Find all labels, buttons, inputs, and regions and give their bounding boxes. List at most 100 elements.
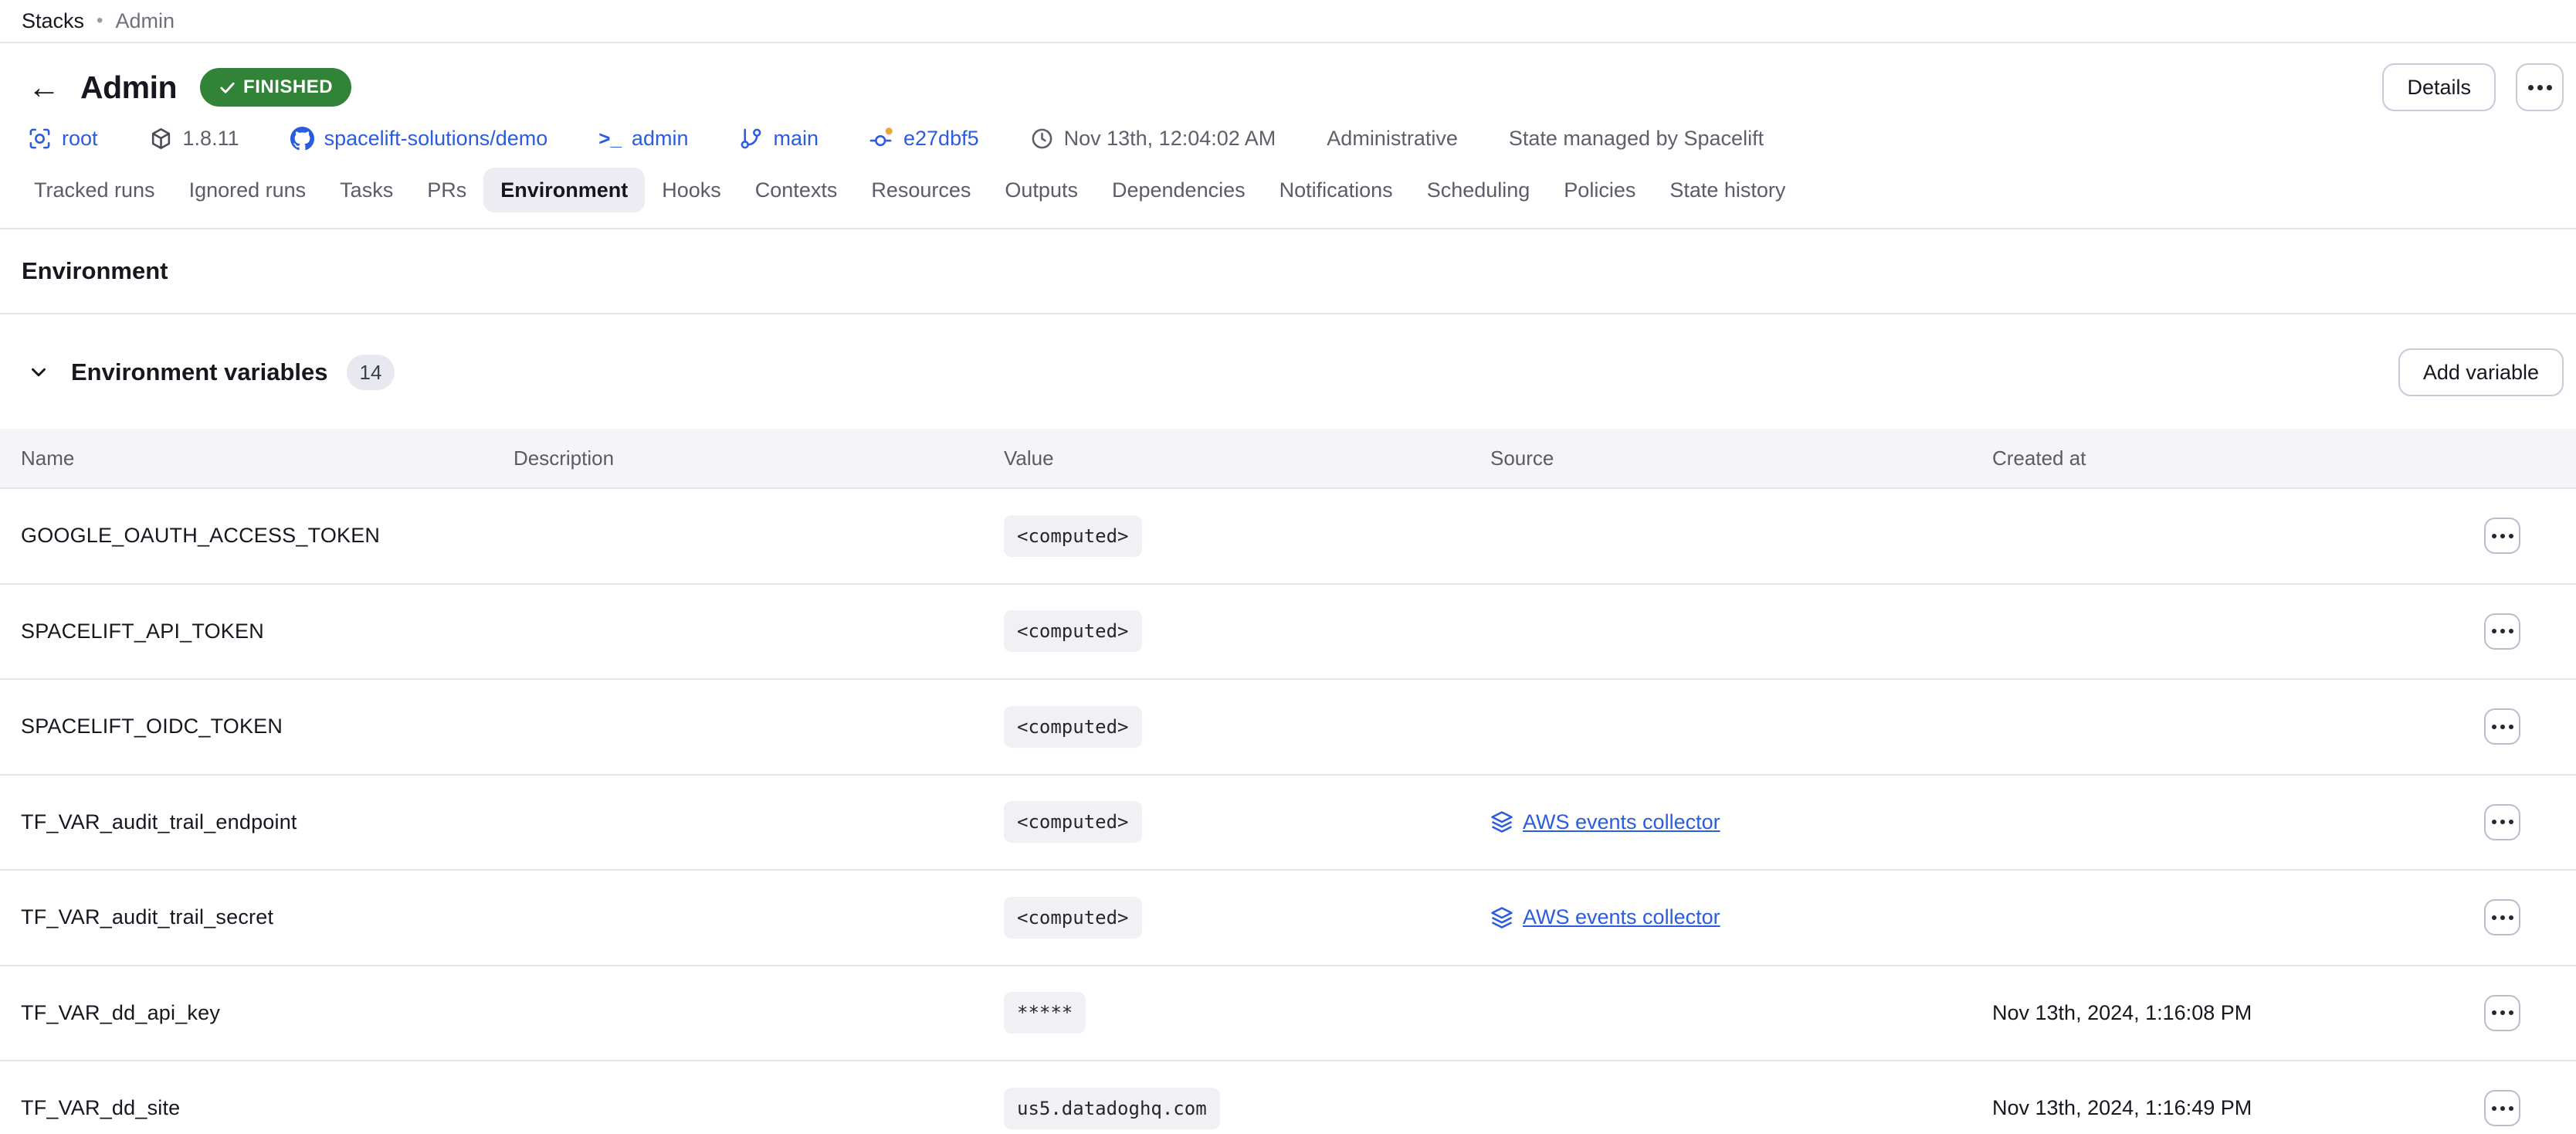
- table-row: TF_VAR_audit_trail_endpoint<computed>AWS…: [0, 776, 2576, 871]
- tab-tracked-runs[interactable]: Tracked runs: [17, 168, 172, 212]
- project-root-link[interactable]: admin: [632, 127, 689, 151]
- variable-value-chip: *****: [1004, 992, 1086, 1034]
- source-context-link[interactable]: AWS events collector: [1523, 905, 1720, 929]
- variable-name: SPACELIFT_OIDC_TOKEN: [21, 715, 514, 738]
- meta-commit: e27dbf5: [869, 127, 979, 151]
- variable-name: TF_VAR_dd_api_key: [21, 1001, 514, 1025]
- administrative-label: Administrative: [1327, 127, 1458, 151]
- breadcrumb: Stacks • Admin: [0, 0, 2576, 43]
- layers-icon: [1490, 906, 1513, 929]
- ellipsis-icon: [2492, 915, 2513, 920]
- row-menu-button[interactable]: [2484, 708, 2520, 745]
- repo-link[interactable]: spacelift-solutions/demo: [324, 127, 548, 151]
- variable-name: GOOGLE_OAUTH_ACCESS_TOKEN: [21, 524, 514, 548]
- ellipsis-icon: [2492, 534, 2513, 538]
- variable-name: TF_VAR_audit_trail_secret: [21, 905, 514, 929]
- column-header-name: Name: [21, 446, 514, 470]
- environment-variables-title: Environment variables: [71, 358, 328, 386]
- variable-name: TF_VAR_audit_trail_endpoint: [21, 810, 514, 834]
- row-menu-button[interactable]: [2484, 899, 2520, 935]
- row-menu-button[interactable]: [2484, 804, 2520, 840]
- ellipsis-icon: [2528, 85, 2552, 90]
- table-row: TF_VAR_dd_api_key ***** Nov 13th, 2024, 1:…: [0, 966, 2576, 1062]
- space-icon: [28, 127, 52, 151]
- tab-ignored-runs[interactable]: Ignored runs: [172, 168, 324, 212]
- variable-value-chip: us5.datadoghq.com: [1004, 1088, 1220, 1129]
- ellipsis-icon: [2492, 725, 2513, 729]
- ellipsis-icon: [2492, 1010, 2513, 1015]
- stack-tabs: Tracked runsIgnored runsTasksPRsEnvironm…: [17, 168, 2564, 212]
- tab-environment[interactable]: Environment: [483, 168, 645, 212]
- table-row: TF_VAR_audit_trail_secret <computed> AWS e…: [0, 871, 2576, 966]
- tab-state-history[interactable]: State history: [1652, 168, 1802, 212]
- breadcrumb-stacks[interactable]: Stacks: [22, 9, 84, 33]
- variable-name: SPACELIFT_API_TOKEN: [21, 620, 514, 643]
- cube-icon: [149, 127, 173, 151]
- run-timestamp: Nov 13th, 12:04:02 AM: [1064, 127, 1276, 151]
- details-button[interactable]: Details: [2382, 63, 2496, 111]
- tab-contexts[interactable]: Contexts: [738, 168, 855, 212]
- table-row: TF_VAR_dd_site us5.datadoghq.com Nov 13th,…: [0, 1061, 2576, 1134]
- meta-branch: main: [739, 127, 819, 151]
- back-button[interactable]: ←: [28, 71, 60, 104]
- clock-icon: [1030, 127, 1054, 151]
- variable-name: TF_VAR_dd_site: [21, 1096, 514, 1120]
- variable-created-at: Nov 13th, 2024, 1:16:49 PM: [1992, 1096, 2428, 1120]
- table-row: SPACELIFT_API_TOKEN <computed>: [0, 585, 2576, 681]
- status-badge: FINISHED: [200, 68, 351, 107]
- variable-value-chip: <computed>: [1004, 610, 1142, 652]
- github-icon: [290, 127, 314, 151]
- breadcrumb-separator: •: [97, 10, 103, 32]
- tab-dependencies[interactable]: Dependencies: [1095, 168, 1263, 212]
- chevron-down-icon: [27, 361, 50, 384]
- variable-source: AWS events collector: [1490, 905, 1992, 929]
- row-menu-button[interactable]: [2484, 995, 2520, 1031]
- variable-source: AWS events collector: [1490, 810, 1992, 834]
- environment-variables-header: Environment variables 14 Add variable: [0, 314, 2576, 429]
- status-badge-label: FINISHED: [243, 76, 333, 98]
- table-header: Name Description Value Source Created at: [0, 429, 2576, 489]
- terminal-icon: >_: [598, 127, 622, 151]
- commit-icon: [869, 127, 893, 151]
- git-branch-icon: [739, 127, 763, 151]
- collapse-section-button[interactable]: [23, 357, 54, 388]
- tab-resources[interactable]: Resources: [854, 168, 988, 212]
- tab-policies[interactable]: Policies: [1547, 168, 1652, 212]
- variables-count-badge: 14: [347, 355, 395, 390]
- add-variable-button[interactable]: Add variable: [2398, 348, 2564, 396]
- ellipsis-icon: [2492, 1106, 2513, 1111]
- meta-project-root: >_ admin: [598, 127, 688, 151]
- tab-prs[interactable]: PRs: [410, 168, 483, 212]
- branch-link[interactable]: main: [773, 127, 819, 151]
- space-link[interactable]: root: [62, 127, 98, 151]
- ellipsis-icon: [2492, 820, 2513, 824]
- ellipsis-icon: [2492, 629, 2513, 633]
- table-row: GOOGLE_OAUTH_ACCESS_TOKEN<computed>: [0, 489, 2576, 585]
- layers-icon: [1490, 810, 1513, 834]
- tab-tasks[interactable]: Tasks: [323, 168, 410, 212]
- table-row: SPACELIFT_OIDC_TOKEN <computed>: [0, 680, 2576, 776]
- stack-header: ← Admin FINISHED Details root 1.8.11: [0, 43, 2576, 229]
- source-context-link[interactable]: AWS events collector: [1523, 810, 1720, 834]
- row-menu-button[interactable]: [2484, 1090, 2520, 1126]
- meta-version: 1.8.11: [149, 127, 239, 151]
- tab-notifications[interactable]: Notifications: [1263, 168, 1410, 212]
- breadcrumb-current: Admin: [115, 9, 175, 33]
- check-icon: [219, 79, 236, 97]
- row-menu-button[interactable]: [2484, 518, 2520, 554]
- variable-value-chip: <computed>: [1004, 897, 1142, 939]
- tab-hooks[interactable]: Hooks: [645, 168, 738, 212]
- commit-link[interactable]: e27dbf5: [903, 127, 979, 151]
- row-menu-button[interactable]: [2484, 613, 2520, 650]
- column-header-created-at: Created at: [1992, 446, 2428, 470]
- tab-scheduling[interactable]: Scheduling: [1410, 168, 1547, 212]
- page-title: Admin: [80, 70, 177, 106]
- meta-timestamp: Nov 13th, 12:04:02 AM: [1030, 127, 1276, 151]
- tab-outputs[interactable]: Outputs: [988, 168, 1095, 212]
- variable-created-at: Nov 13th, 2024, 1:16:08 PM: [1992, 1001, 2428, 1025]
- stack-menu-button[interactable]: [2516, 63, 2564, 111]
- variable-value-chip: <computed>: [1004, 706, 1142, 748]
- state-managed-label: State managed by Spacelift: [1509, 127, 1764, 151]
- meta-repo: spacelift-solutions/demo: [290, 127, 548, 151]
- meta-space: root: [28, 127, 98, 151]
